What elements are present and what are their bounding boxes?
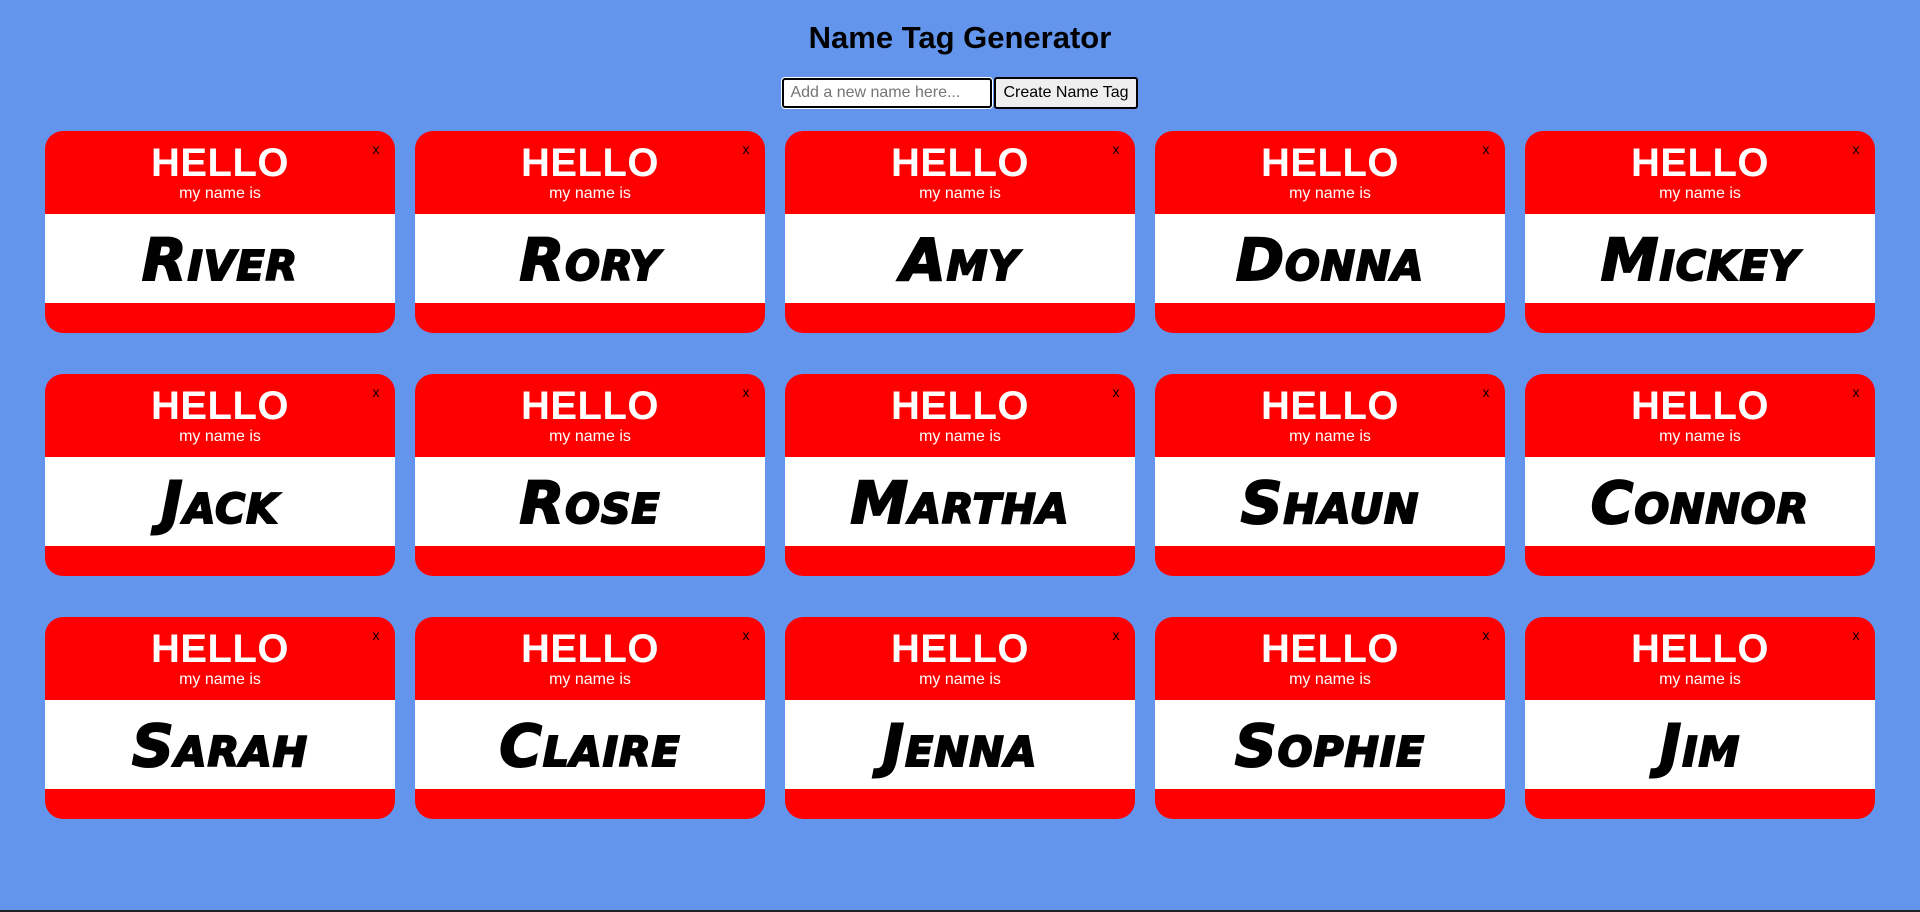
name-tag: HELLO my name is x Shaun (1155, 374, 1505, 576)
tag-hello: HELLO (890, 141, 1030, 185)
remove-tag-button[interactable]: x (1109, 141, 1123, 157)
tag-hello: HELLO (1630, 141, 1770, 185)
add-name-form: Create Name Tag (0, 77, 1920, 109)
remove-tag-button[interactable]: x (739, 627, 753, 643)
name-tag: HELLO my name is x Martha (785, 374, 1135, 576)
tag-name: Amy (900, 225, 1020, 295)
tag-subtitle: my name is (179, 428, 261, 445)
tag-subtitle: my name is (549, 428, 631, 445)
name-tag: HELLO my name is x River (45, 131, 395, 333)
remove-tag-button[interactable]: x (1849, 627, 1863, 643)
tag-subtitle: my name is (1289, 185, 1371, 202)
remove-tag-button[interactable]: x (1479, 141, 1493, 157)
tag-name: Sarah (131, 711, 309, 781)
remove-tag-button[interactable]: x (1109, 384, 1123, 400)
tag-name: Rose (518, 468, 661, 538)
tag-name: Jack (160, 468, 279, 538)
tag-subtitle: my name is (919, 671, 1001, 688)
name-tag: HELLO my name is x Jim (1525, 617, 1875, 819)
name-tag: HELLO my name is x Claire (415, 617, 765, 819)
tag-subtitle: my name is (179, 671, 261, 688)
name-tag: HELLO my name is x Sophie (1155, 617, 1505, 819)
tag-name: Mickey (1600, 225, 1800, 295)
name-tag: HELLO my name is x Donna (1155, 131, 1505, 333)
tag-name: Jim (1659, 711, 1741, 781)
remove-tag-button[interactable]: x (739, 141, 753, 157)
remove-tag-button[interactable]: x (1479, 384, 1493, 400)
tag-hello: HELLO (890, 384, 1030, 428)
tag-name: Donna (1235, 225, 1425, 295)
name-tag: HELLO my name is x Jenna (785, 617, 1135, 819)
name-tag: HELLO my name is x Connor (1525, 374, 1875, 576)
create-name-tag-button[interactable]: Create Name Tag (994, 77, 1138, 109)
tag-hello: HELLO (1260, 627, 1400, 671)
tag-name: Shaun (1240, 468, 1420, 538)
remove-tag-button[interactable]: x (369, 141, 383, 157)
remove-tag-button[interactable]: x (369, 384, 383, 400)
tag-subtitle: my name is (1289, 428, 1371, 445)
tag-hello: HELLO (1630, 627, 1770, 671)
tag-hello: HELLO (150, 384, 290, 428)
tag-hello: HELLO (150, 627, 290, 671)
tag-name: Rory (518, 225, 661, 295)
tag-subtitle: my name is (919, 185, 1001, 202)
tag-hello: HELLO (520, 627, 660, 671)
tag-subtitle: my name is (179, 185, 261, 202)
page-title: Name Tag Generator (808, 20, 1112, 55)
name-input[interactable] (782, 78, 993, 108)
tag-name: Connor (1590, 468, 1810, 538)
remove-tag-button[interactable]: x (739, 384, 753, 400)
name-tag: HELLO my name is x Mickey (1525, 131, 1875, 333)
tag-hello: HELLO (520, 384, 660, 428)
tag-name: Claire (498, 711, 681, 781)
name-tag-grid: HELLO my name is x River HELLO my name i… (45, 131, 1875, 819)
tag-hello: HELLO (1260, 384, 1400, 428)
tag-name: Jenna (882, 711, 1038, 781)
tag-hello: HELLO (1630, 384, 1770, 428)
tag-subtitle: my name is (1659, 428, 1741, 445)
remove-tag-button[interactable]: x (1479, 627, 1493, 643)
tag-subtitle: my name is (1659, 185, 1741, 202)
remove-tag-button[interactable]: x (1849, 384, 1863, 400)
tag-name: Martha (849, 468, 1070, 538)
tag-subtitle: my name is (919, 428, 1001, 445)
tag-hello: HELLO (890, 627, 1030, 671)
tag-hello: HELLO (150, 141, 290, 185)
remove-tag-button[interactable]: x (1849, 141, 1863, 157)
name-tag: HELLO my name is x Amy (785, 131, 1135, 333)
remove-tag-button[interactable]: x (1109, 627, 1123, 643)
name-tag: HELLO my name is x Jack (45, 374, 395, 576)
tag-hello: HELLO (1260, 141, 1400, 185)
name-tag: HELLO my name is x Rose (415, 374, 765, 576)
name-tag: HELLO my name is x Sarah (45, 617, 395, 819)
tag-subtitle: my name is (549, 185, 631, 202)
tag-hello: HELLO (520, 141, 660, 185)
name-tag: HELLO my name is x Rory (415, 131, 765, 333)
tag-subtitle: my name is (1289, 671, 1371, 688)
tag-subtitle: my name is (549, 671, 631, 688)
tag-name: Sophie (1234, 711, 1426, 781)
remove-tag-button[interactable]: x (369, 627, 383, 643)
tag-subtitle: my name is (1659, 671, 1741, 688)
tag-name: River (141, 225, 299, 295)
